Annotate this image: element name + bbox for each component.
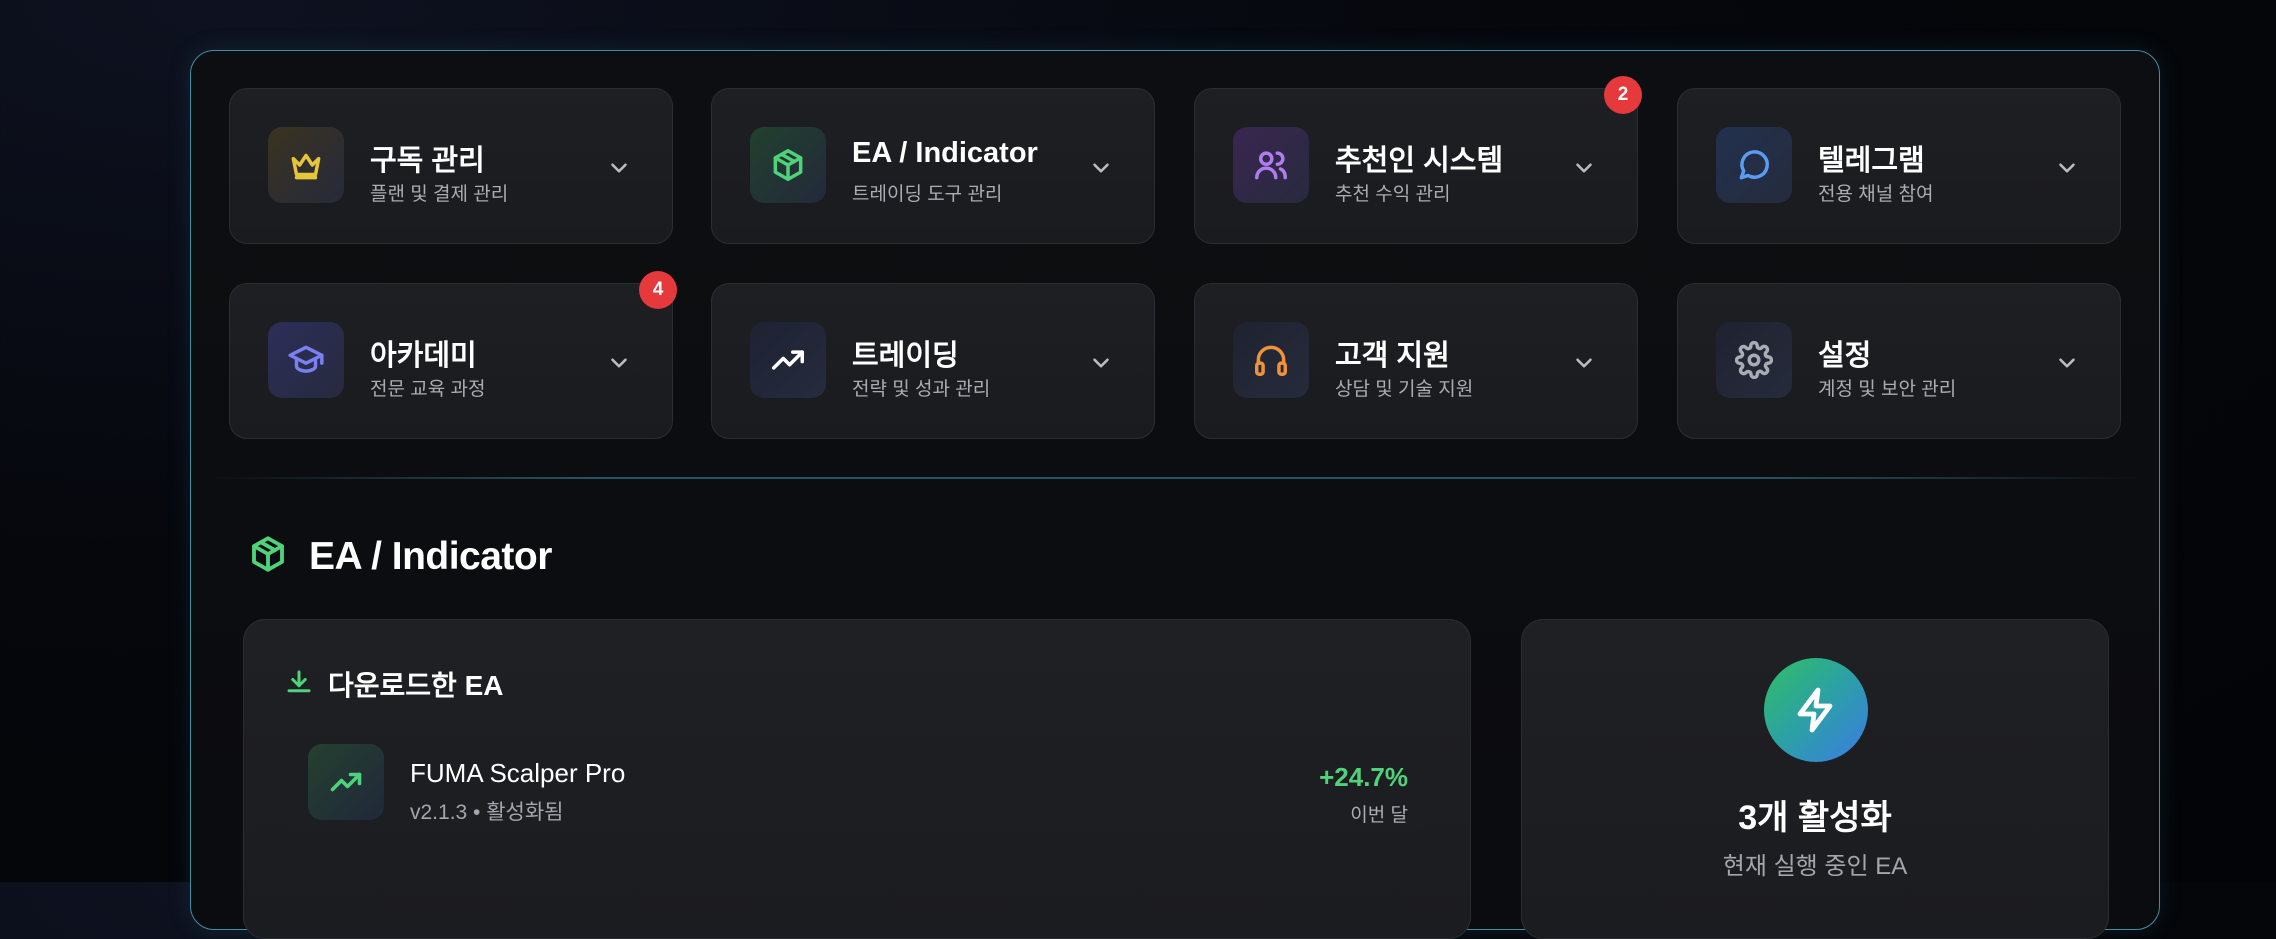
trending-up-icon xyxy=(308,744,384,820)
card-subtitle: 전용 채널 참여 xyxy=(1818,184,1934,205)
menu-card-academy[interactable]: 아카데미 전문 교육 과정 xyxy=(229,283,673,439)
ea-period: 이번 달 xyxy=(1350,805,1408,826)
trending-up-icon xyxy=(750,322,826,398)
card-subtitle: 트레이딩 도구 관리 xyxy=(852,184,1003,205)
notification-badge: 2 xyxy=(1604,76,1642,114)
card-title: 아카데미 xyxy=(370,340,477,372)
box-icon xyxy=(750,127,826,203)
box-icon xyxy=(247,533,289,580)
crown-icon xyxy=(268,127,344,203)
section-header: EA / Indicator xyxy=(247,533,552,580)
active-ea-card: 3개 활성화 현재 실행 중인 EA xyxy=(1521,619,2109,939)
menu-card-referral[interactable]: 추천인 시스템 추천 수익 관리 xyxy=(1194,88,1638,244)
gear-icon xyxy=(1716,322,1792,398)
downloaded-ea-header: 다운로드한 EA xyxy=(284,664,503,704)
chevron-down-icon[interactable] xyxy=(2054,350,2080,376)
card-subtitle: 플랜 및 결제 관리 xyxy=(370,184,509,205)
chevron-down-icon[interactable] xyxy=(606,155,632,181)
active-count: 3개 활성화 xyxy=(1738,799,1892,837)
main-panel: 구독 관리 플랜 및 결제 관리 EA / Indicator 트레이딩 도구 … xyxy=(190,50,2160,939)
card-title: 구독 관리 xyxy=(370,145,485,177)
chevron-down-icon[interactable] xyxy=(1088,350,1114,376)
card-title: 텔레그램 xyxy=(1818,145,1925,177)
headphones-icon xyxy=(1233,322,1309,398)
notification-badge: 4 xyxy=(639,271,677,309)
chevron-down-icon[interactable] xyxy=(1088,155,1114,181)
menu-card-telegram[interactable]: 텔레그램 전용 채널 참여 xyxy=(1677,88,2121,244)
card-title: 추천인 시스템 xyxy=(1335,145,1504,177)
graduation-cap-icon xyxy=(268,322,344,398)
card-subtitle: 전문 교육 과정 xyxy=(370,379,486,400)
menu-card-support[interactable]: 고객 지원 상담 및 기술 지원 xyxy=(1194,283,1638,439)
section-divider xyxy=(207,477,2143,479)
menu-card-ea-indicator[interactable]: EA / Indicator 트레이딩 도구 관리 xyxy=(711,88,1155,244)
section-title: EA / Indicator xyxy=(309,534,552,578)
chevron-down-icon[interactable] xyxy=(2054,155,2080,181)
card-title: EA / Indicator xyxy=(852,137,1038,169)
chevron-down-icon[interactable] xyxy=(1571,155,1597,181)
downloaded-ea-title: 다운로드한 EA xyxy=(328,670,504,701)
chevron-down-icon[interactable] xyxy=(1571,350,1597,376)
card-subtitle: 추천 수익 관리 xyxy=(1335,184,1451,205)
users-icon xyxy=(1233,127,1309,203)
lightning-icon xyxy=(1764,658,1868,762)
downloaded-ea-card: 다운로드한 EA FUMA Scalper Pro v2.1.3 • 활성화됨 … xyxy=(243,619,1471,939)
chevron-down-icon[interactable] xyxy=(606,350,632,376)
active-subtitle: 현재 실행 중인 EA xyxy=(1722,853,1908,880)
ea-list-item[interactable]: FUMA Scalper Pro v2.1.3 • 활성화됨 +24.7% 이번… xyxy=(284,734,1432,830)
menu-card-settings[interactable]: 설정 계정 및 보안 관리 xyxy=(1677,283,2121,439)
ea-performance: +24.7% xyxy=(1319,762,1408,792)
download-icon xyxy=(284,667,314,702)
menu-card-subscription[interactable]: 구독 관리 플랜 및 결제 관리 xyxy=(229,88,673,244)
card-subtitle: 계정 및 보안 관리 xyxy=(1818,379,1957,400)
ea-meta: v2.1.3 • 활성화됨 xyxy=(410,801,564,824)
card-subtitle: 상담 및 기술 지원 xyxy=(1335,379,1474,400)
ea-name: FUMA Scalper Pro xyxy=(410,758,626,788)
card-subtitle: 전략 및 성과 관리 xyxy=(852,379,991,400)
menu-card-trading[interactable]: 트레이딩 전략 및 성과 관리 xyxy=(711,283,1155,439)
card-title: 설정 xyxy=(1818,340,1872,372)
card-title: 고객 지원 xyxy=(1335,340,1450,372)
card-title: 트레이딩 xyxy=(852,340,959,372)
chat-icon xyxy=(1716,127,1792,203)
